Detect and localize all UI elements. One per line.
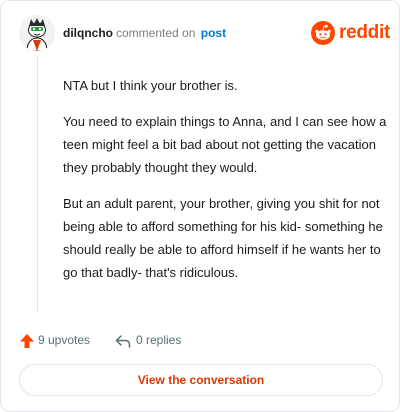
comment-header: dilqncho commented on post reddit xyxy=(19,15,390,51)
comment-body: NTA but I think your brother is. You nee… xyxy=(63,74,387,297)
comment-footer: 9 upvotes 0 replies xyxy=(19,331,319,351)
reddit-logo[interactable]: reddit xyxy=(311,21,390,45)
thread-line xyxy=(37,57,38,311)
user-avatar[interactable] xyxy=(19,15,55,51)
reddit-snoo-icon xyxy=(311,21,335,45)
action-text: commented on xyxy=(116,26,196,40)
comment-paragraph: But an adult parent, your brother, givin… xyxy=(63,196,383,280)
comment-paragraph: NTA but I think your brother is. xyxy=(63,78,238,93)
post-link[interactable]: post xyxy=(201,26,226,40)
upvote-arrow-icon xyxy=(20,334,34,348)
upvote-count: 9 upvotes xyxy=(38,333,91,347)
username-link[interactable]: dilqncho xyxy=(63,26,113,40)
view-conversation-button[interactable]: View the conversation xyxy=(19,364,383,396)
avatar-snoo-icon xyxy=(19,15,55,51)
brand-wordmark: reddit xyxy=(339,22,390,43)
reply-arrow-icon xyxy=(115,335,131,348)
reply-count: 0 replies xyxy=(136,333,182,347)
comment-card: dilqncho commented on post reddit NTA but… xyxy=(0,0,400,412)
comment-meta: dilqncho commented on post xyxy=(63,26,226,40)
comment-paragraph: You need to explain things to Anna, and … xyxy=(63,114,387,175)
